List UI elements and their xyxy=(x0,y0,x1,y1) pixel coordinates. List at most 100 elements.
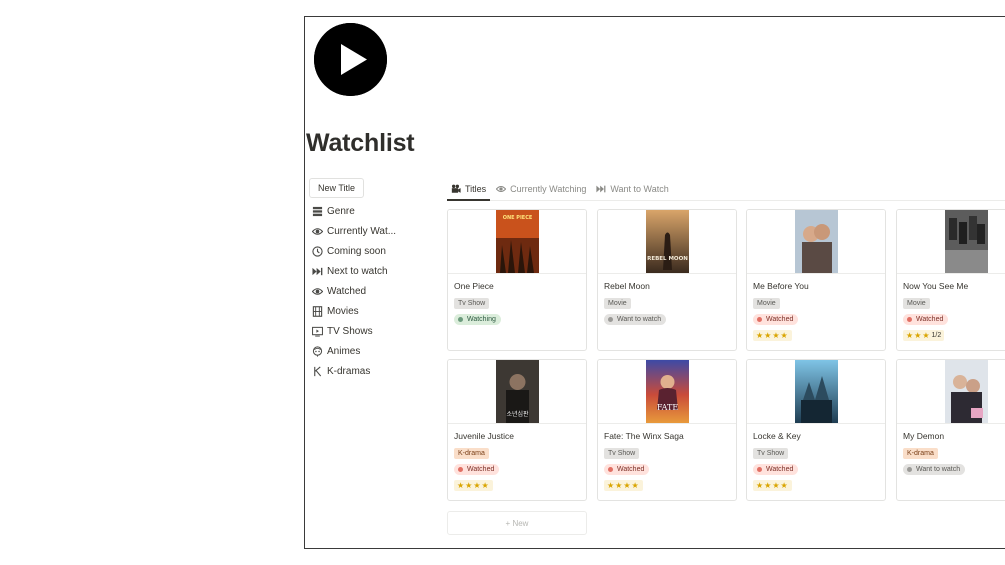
gallery-card-locke-and-key[interactable]: Locke & Key Tv Show Watched ★★★★ xyxy=(746,359,886,501)
eye-icon xyxy=(311,285,323,297)
tab-titles[interactable]: Titles xyxy=(447,178,491,201)
card-cover: ONE PIECE xyxy=(448,210,586,274)
gallery-card-me-before-you[interactable]: Me Before You Movie Watched ★★★★ xyxy=(746,209,886,351)
sidebar: Genre Currently Wat... Coming soon Next … xyxy=(311,201,441,381)
status-label: Watched xyxy=(467,465,495,473)
tab-want-to-watch[interactable]: Want to Watch xyxy=(592,178,672,200)
card-title: Me Before You xyxy=(753,281,809,291)
card-title: Fate: The Winx Saga xyxy=(604,431,684,441)
gallery-card-now-you-see-me[interactable]: Now You See Me Movie Watched ★★★ 1/2 xyxy=(896,209,1005,351)
status-dot xyxy=(757,316,762,322)
sidebar-item-label: TV Shows xyxy=(327,325,373,337)
skip-forward-icon xyxy=(596,184,606,194)
watchlist-page: Watchlist New Title Genre Currently Wat.… xyxy=(304,16,1005,549)
status-badge: Watching xyxy=(454,313,501,325)
skip-forward-icon xyxy=(311,265,323,277)
gallery-card-my-demon[interactable]: My Demon K-drama Want to watch xyxy=(896,359,1005,501)
sidebar-item-label: Movies xyxy=(327,305,359,317)
status-dot xyxy=(608,316,613,322)
clock-icon xyxy=(311,245,323,257)
new-title-button[interactable]: New Title xyxy=(309,178,365,198)
card-title: Now You See Me xyxy=(903,281,969,291)
sidebar-item-k-dramas[interactable]: K-dramas xyxy=(311,361,441,381)
poster-image: FATE xyxy=(645,360,689,423)
poster-title: ONE PIECE xyxy=(502,215,532,221)
tab-label: Currently Watching xyxy=(510,184,587,194)
status-dot xyxy=(608,466,613,472)
tab-currently-watching[interactable]: Currently Watching xyxy=(492,178,590,200)
sidebar-item-movies[interactable]: Movies xyxy=(311,301,441,321)
new-card-button[interactable]: + New xyxy=(447,511,587,535)
type-tag: K-drama xyxy=(903,447,938,459)
status-label: Watched xyxy=(766,315,794,323)
status-label: Want to watch xyxy=(916,465,961,473)
poster-title: 소년심판 xyxy=(506,410,529,418)
status-badge: Want to watch xyxy=(903,463,966,475)
type-tag: Tv Show xyxy=(454,297,490,309)
k-letter-icon xyxy=(311,365,323,377)
type-tag: Movie xyxy=(903,297,930,309)
type-tag: Tv Show xyxy=(753,447,789,459)
card-title: Locke & Key xyxy=(753,431,801,441)
rating-stars: ★★★★ xyxy=(753,479,792,491)
sidebar-item-animes[interactable]: Animes xyxy=(311,341,441,361)
sidebar-item-label: Currently Wat... xyxy=(327,225,397,237)
sidebar-item-watched[interactable]: Watched xyxy=(311,281,441,301)
sidebar-item-genre[interactable]: Genre xyxy=(311,201,441,221)
poster-image: 소년심판 xyxy=(495,360,539,423)
type-tag: Tv Show xyxy=(604,447,640,459)
card-cover: REBEL MOON xyxy=(598,210,736,274)
tab-label: Titles xyxy=(465,183,487,194)
poster-title: FATE xyxy=(656,403,678,412)
sidebar-item-next-to-watch[interactable]: Next to watch xyxy=(311,261,441,281)
status-badge: Watched xyxy=(753,313,799,325)
sidebar-item-currently-watching[interactable]: Currently Wat... xyxy=(311,221,441,241)
rating-value: ★★★★ xyxy=(756,330,789,340)
type-tag: K-drama xyxy=(454,447,489,459)
status-label: Watched xyxy=(617,465,645,473)
eye-icon xyxy=(496,184,507,194)
card-cover xyxy=(897,210,1005,274)
gallery-card-rebel-moon[interactable]: REBEL MOON Rebel Moon Movie Want to watc… xyxy=(597,209,737,351)
rating-value: ★★★ xyxy=(906,330,931,340)
camera-icon xyxy=(451,184,461,194)
card-cover: 소년심판 xyxy=(448,360,586,424)
tab-label: Want to Watch xyxy=(610,184,669,194)
film-icon xyxy=(311,305,323,317)
sidebar-item-coming-soon[interactable]: Coming soon xyxy=(311,241,441,261)
sidebar-item-label: Coming soon xyxy=(327,245,386,257)
anime-icon xyxy=(311,345,323,357)
status-badge: Watched xyxy=(454,463,500,475)
status-dot xyxy=(907,316,912,322)
status-badge: Watched xyxy=(604,463,650,475)
sidebar-item-label: K-dramas xyxy=(327,365,371,377)
gallery-card-one-piece[interactable]: ONE PIECE One Piece Tv Show Watching xyxy=(447,209,587,351)
poster-image xyxy=(794,360,838,423)
gallery-card-juvenile-justice[interactable]: 소년심판 Juvenile Justice K-drama Watched ★★… xyxy=(447,359,587,501)
view-tabs: Titles Currently Watching Want to Watch xyxy=(447,178,1005,201)
status-label: Watching xyxy=(467,315,496,323)
sidebar-item-label: Animes xyxy=(327,345,361,357)
card-title: One Piece xyxy=(454,281,494,291)
play-circle-icon[interactable] xyxy=(314,23,387,96)
status-dot xyxy=(907,466,912,472)
rating-value: ★★★★ xyxy=(457,480,490,490)
status-label: Want to watch xyxy=(617,315,662,323)
eye-icon xyxy=(311,225,323,237)
poster-image xyxy=(794,210,838,273)
poster-image xyxy=(944,210,988,273)
status-dot xyxy=(757,466,762,472)
rating-value: ★★★★ xyxy=(607,480,640,490)
rating-fraction: 1/2 xyxy=(931,331,942,339)
status-label: Watched xyxy=(766,465,794,473)
rating-value: ★★★★ xyxy=(756,480,789,490)
status-dot xyxy=(458,316,463,322)
status-badge: Want to watch xyxy=(604,313,667,325)
status-badge: Watched xyxy=(753,463,799,475)
sidebar-item-label: Watched xyxy=(327,285,367,297)
sidebar-item-tv-shows[interactable]: TV Shows xyxy=(311,321,441,341)
gallery-card-fate-winx-saga[interactable]: FATE Fate: The Winx Saga Tv Show Watched… xyxy=(597,359,737,501)
stack-icon xyxy=(311,205,323,217)
sidebar-item-label: Next to watch xyxy=(327,265,388,277)
card-title: Juvenile Justice xyxy=(454,431,515,441)
